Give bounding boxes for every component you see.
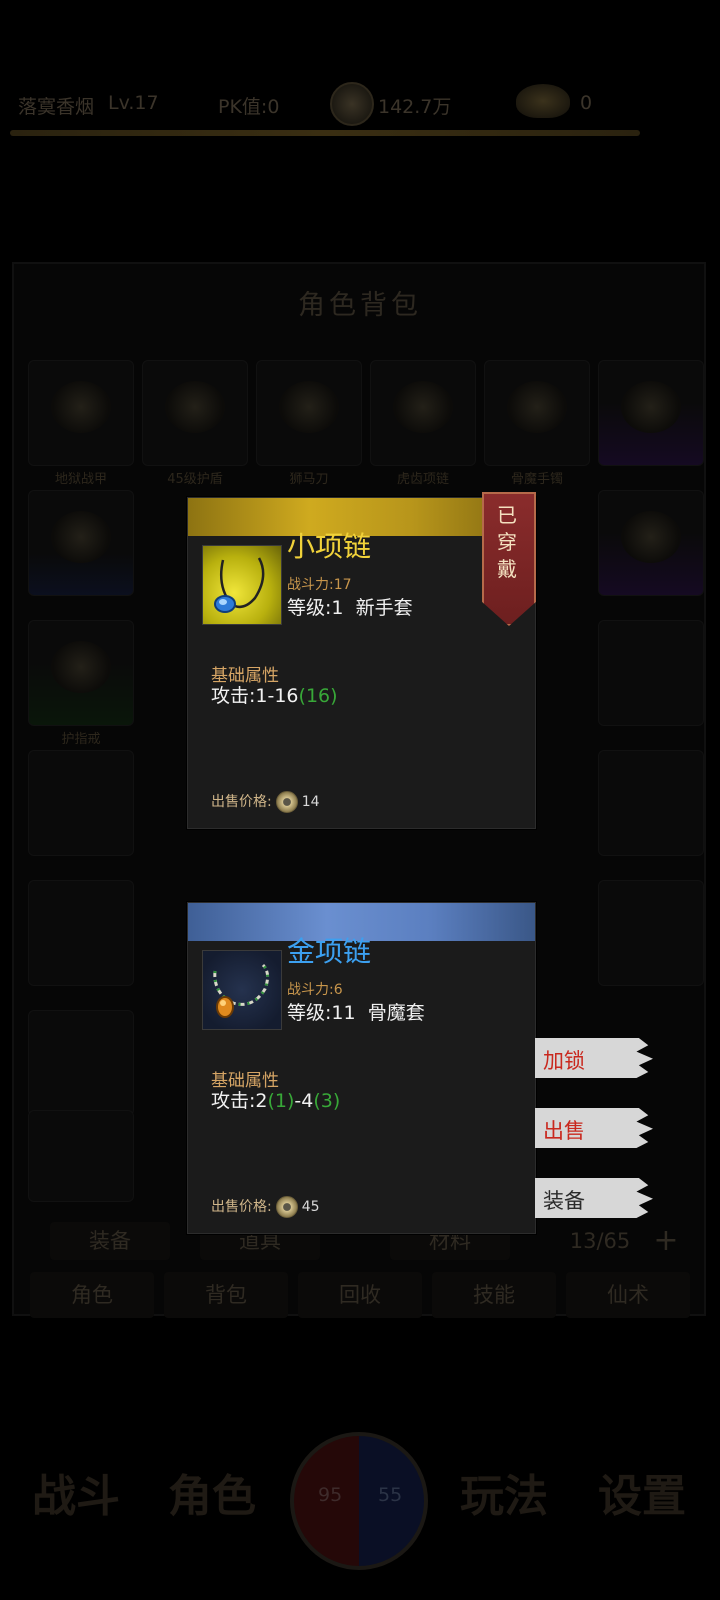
bag-slot[interactable] bbox=[28, 750, 134, 856]
menu-character[interactable]: 角色 bbox=[30, 1272, 154, 1318]
bag-slot[interactable] bbox=[28, 880, 134, 986]
mp-value: 55 bbox=[378, 1484, 403, 1506]
item-level-line: 等级:11 骨魔套 bbox=[287, 998, 425, 1025]
necklace-icon bbox=[621, 511, 681, 563]
bag-slot[interactable] bbox=[28, 490, 134, 596]
menu-immortal-arts[interactable]: 仙术 bbox=[566, 1272, 690, 1318]
equipped-badge: 已穿戴 bbox=[482, 492, 536, 626]
compare-item-card: 金项链 战斗力:6 等级:11 骨魔套 基础属性 攻击:2(1)-4(3) 出售… bbox=[187, 902, 536, 1234]
bag-slot[interactable] bbox=[598, 750, 704, 856]
player-level: Lv.17 bbox=[108, 92, 159, 114]
nav-battle[interactable]: 战斗 bbox=[32, 1460, 120, 1524]
character-menu: 角色 背包 回收 技能 仙术 bbox=[30, 1272, 690, 1320]
sell-button[interactable]: 出售 bbox=[535, 1108, 653, 1148]
bag-slot[interactable]: 虎齿项链 bbox=[370, 360, 476, 487]
coin-icon bbox=[275, 791, 298, 813]
menu-skills[interactable]: 技能 bbox=[432, 1272, 556, 1318]
menu-recycle[interactable]: 回收 bbox=[298, 1272, 422, 1318]
bag-slot[interactable] bbox=[598, 620, 704, 726]
hp-value: 95 bbox=[318, 1484, 343, 1506]
bag-slot[interactable]: 护指戒 bbox=[28, 620, 134, 747]
attack-attr: 攻击:2(1)-4(3) bbox=[211, 1090, 341, 1112]
lock-button[interactable]: 加锁 bbox=[535, 1038, 653, 1078]
bag-slot[interactable]: 骨魔手镯 bbox=[484, 360, 590, 487]
bag-capacity: 13/65 bbox=[569, 1229, 631, 1253]
item-level: 等级:1 bbox=[287, 597, 344, 619]
bag-slot[interactable] bbox=[598, 880, 704, 986]
item-set: 骨魔套 bbox=[367, 1002, 425, 1024]
item-level-line: 等级:1 新手套 bbox=[287, 593, 413, 620]
nav-gameplay[interactable]: 玩法 bbox=[460, 1460, 548, 1524]
menu-bag[interactable]: 背包 bbox=[164, 1272, 288, 1318]
bag-slot[interactable] bbox=[598, 490, 704, 596]
bag-title: 角色背包 bbox=[298, 290, 422, 321]
bag-slot[interactable]: 45级护盾 bbox=[142, 360, 248, 487]
hp-mp-orb: 95 55 bbox=[290, 1432, 428, 1570]
sword-icon bbox=[279, 381, 339, 433]
bag-slot[interactable] bbox=[598, 360, 704, 466]
shield-icon bbox=[165, 381, 225, 433]
item-power: 战斗力:17 bbox=[287, 577, 352, 593]
tab-equipment[interactable]: 装备 bbox=[50, 1222, 170, 1260]
bracelet-icon bbox=[507, 381, 567, 433]
ring-icon bbox=[51, 641, 111, 693]
pk-value: PK值:0 bbox=[218, 96, 280, 118]
item-set: 新手套 bbox=[355, 597, 413, 619]
bag-slot[interactable]: 地狱战甲 bbox=[28, 360, 134, 487]
bag-slot[interactable]: 狮马刀 bbox=[256, 360, 362, 487]
sell-price: 出售价格: 14 bbox=[211, 791, 320, 813]
coin-amount: 142.7万 bbox=[378, 96, 452, 118]
bag-slot[interactable] bbox=[28, 1010, 134, 1116]
ingot-amount: 0 bbox=[580, 92, 593, 114]
nav-settings[interactable]: 设置 bbox=[598, 1460, 686, 1524]
necklace-icon bbox=[393, 381, 453, 433]
coin-icon bbox=[275, 1196, 298, 1218]
top-status-bar: 落寞香烟 Lv.17 PK值:0 142.7万 0 bbox=[0, 80, 720, 136]
sell-price: 出售价格: 45 bbox=[211, 1196, 320, 1218]
player-name: 落寞香烟 bbox=[18, 96, 95, 118]
nav-character[interactable]: 角色 bbox=[168, 1460, 256, 1524]
gold-necklace-icon bbox=[202, 950, 282, 1030]
equip-button[interactable]: 装备 bbox=[535, 1178, 653, 1218]
coin-icon bbox=[330, 82, 374, 126]
bracelet-icon bbox=[621, 381, 681, 433]
item-level: 等级:11 bbox=[287, 1002, 356, 1024]
attack-attr: 攻击:1-16(16) bbox=[211, 685, 338, 707]
bag-slot[interactable] bbox=[28, 1110, 134, 1202]
necklace-icon bbox=[202, 545, 282, 625]
item-power: 战斗力:6 bbox=[287, 982, 343, 998]
expand-bag-button[interactable]: + bbox=[648, 1222, 684, 1260]
armor-icon bbox=[51, 381, 111, 433]
shield-icon bbox=[51, 511, 111, 563]
item-name: 金项链 bbox=[287, 935, 372, 968]
ingot-icon bbox=[516, 84, 570, 118]
item-name: 小项链 bbox=[287, 530, 372, 563]
exp-bar bbox=[10, 130, 640, 136]
